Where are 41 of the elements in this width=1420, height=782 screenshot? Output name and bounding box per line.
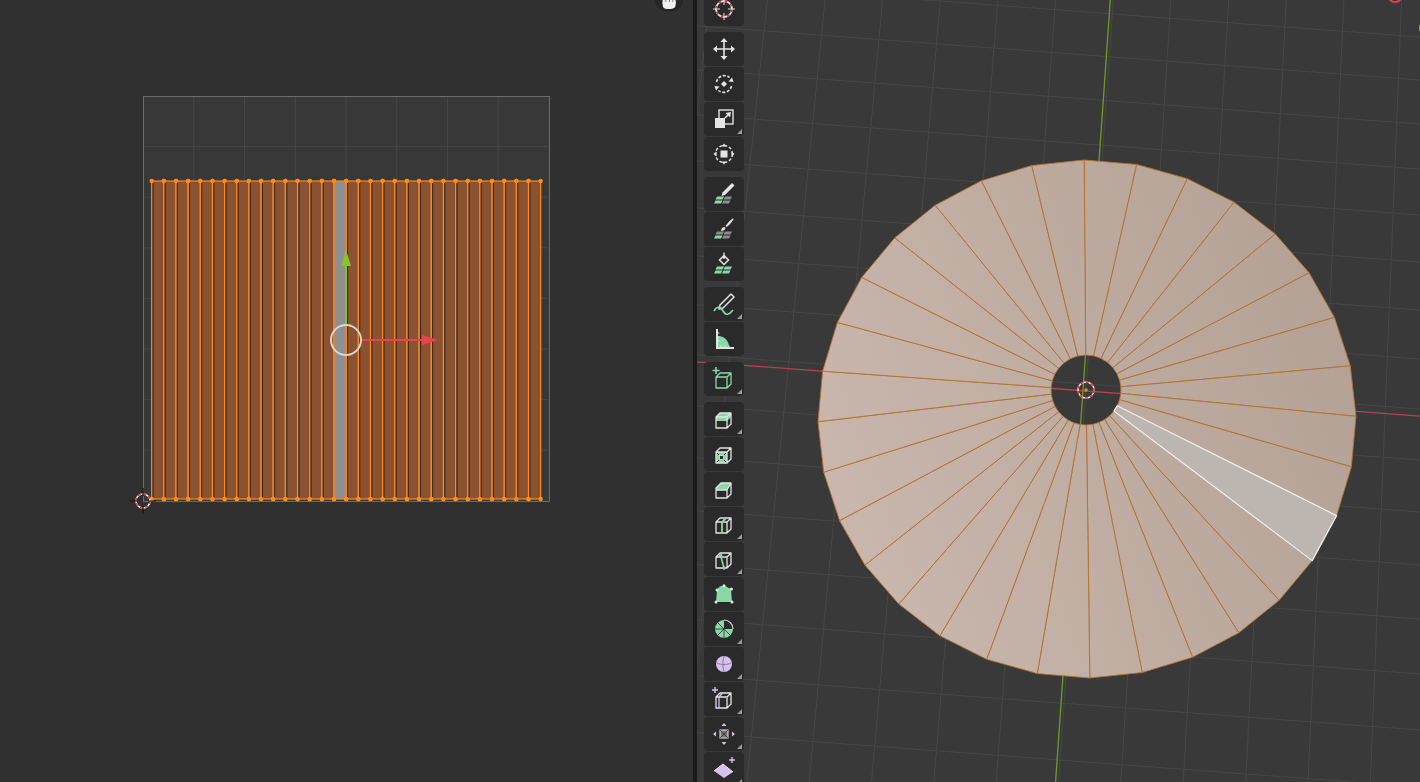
tool-button[interactable] [704, 137, 744, 171]
tool-button[interactable] [704, 612, 744, 646]
tool-button[interactable] [704, 472, 744, 506]
tool-button[interactable] [704, 102, 744, 136]
tool-button[interactable] [704, 402, 744, 436]
3d-cursor-icon [1077, 381, 1095, 399]
tool-button[interactable] [704, 577, 744, 611]
tool-button[interactable] [704, 177, 744, 211]
tool-button[interactable] [704, 32, 744, 66]
tool-button[interactable] [704, 752, 744, 782]
pie-icon [712, 617, 736, 641]
tool-button[interactable] [704, 212, 744, 246]
tool-button[interactable] [704, 507, 744, 541]
right-arrow-icon[interactable] [360, 335, 438, 345]
crosshair-icon [712, 0, 736, 21]
tool-button[interactable] [704, 647, 744, 681]
uv-cursor-icon [129, 487, 157, 515]
pencil-squiggle-icon [712, 292, 736, 316]
tool-button[interactable] [704, 322, 744, 356]
brush-grid-icon [712, 217, 736, 241]
tool-button[interactable] [704, 67, 744, 101]
tool-button[interactable] [704, 0, 744, 26]
tool-button[interactable] [704, 542, 744, 576]
scale-icon [712, 107, 736, 131]
slanted-box-icon [712, 757, 736, 781]
polygon-icon [712, 582, 736, 606]
gizmo-axis-icon[interactable] [1387, 0, 1403, 3]
tool-button[interactable] [704, 682, 744, 716]
tool-button[interactable] [704, 437, 744, 471]
hand-icon[interactable] [655, 0, 683, 12]
tool-button[interactable] [704, 247, 744, 281]
gizmo-ring-icon[interactable] [330, 324, 362, 356]
tool-button[interactable] [704, 362, 744, 396]
tool-button[interactable] [704, 287, 744, 321]
cube-arrows-icon [712, 722, 736, 746]
pencil-grid-icon [712, 182, 736, 206]
rotate-icon [712, 72, 736, 96]
move-arrows-icon [712, 37, 736, 61]
tool-button[interactable] [704, 717, 744, 751]
up-arrow-icon[interactable] [341, 250, 351, 326]
transform-icon [712, 142, 736, 166]
